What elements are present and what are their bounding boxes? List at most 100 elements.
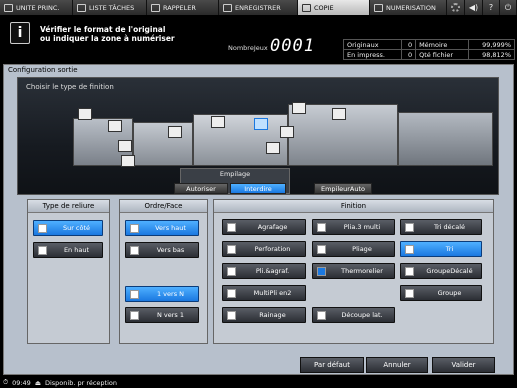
tray-icon[interactable]: [108, 120, 122, 132]
clock-icon: ⏱: [3, 378, 9, 386]
message-line1: Vérifier le format de l'original: [40, 25, 166, 34]
group-offset-button[interactable]: GroupeDécalé: [400, 263, 482, 279]
fold-button[interactable]: Pliage: [312, 241, 395, 257]
button-label: Rainage: [259, 311, 286, 319]
button-label: MultiPli en2: [253, 289, 292, 297]
button-label: Tri: [445, 245, 454, 253]
power-tab[interactable]: ⏻: [500, 0, 517, 15]
group-offset-icon: [405, 266, 414, 276]
group-icon: [405, 288, 414, 298]
cancel-button[interactable]: Annuler: [366, 357, 428, 373]
recall-icon: [151, 3, 160, 12]
copies-label: NombreJeux: [228, 44, 268, 52]
speaker-icon: ◀): [468, 3, 479, 12]
tray-icon[interactable]: [78, 108, 92, 120]
status-time: 09:49: [12, 378, 31, 387]
copy-icon: [302, 3, 311, 12]
finishing-prompt: Choisir le type de finition: [26, 83, 114, 91]
counter-label: Mémoire: [415, 39, 469, 50]
punch-button[interactable]: Perforation: [222, 241, 306, 257]
selected-tray-icon[interactable]: [254, 118, 268, 130]
staple-button[interactable]: Agrafage: [222, 219, 306, 235]
info-icon: i: [10, 22, 30, 44]
button-label: Vers bas: [156, 246, 185, 254]
settings-tab[interactable]: [447, 0, 465, 15]
panel-title: Configuration sortie: [8, 66, 78, 74]
side-trim-button[interactable]: Découpe lat.: [312, 307, 395, 323]
face-up-button[interactable]: Vers haut: [125, 220, 199, 236]
stacking-forbid-button[interactable]: Interdire: [230, 183, 286, 194]
tray-icon[interactable]: [280, 126, 294, 138]
button-label: GroupeDécalé: [426, 267, 473, 275]
tray-icon[interactable]: [292, 102, 306, 114]
tab-recall[interactable]: RAPPELER: [147, 0, 219, 15]
counters-table: Originaux 0 Mémoire 99,999% En impress. 0 Qté…: [343, 39, 516, 60]
fold-staple-button[interactable]: Pli.&agraf.: [222, 263, 306, 279]
tray-icon[interactable]: [168, 126, 182, 138]
multi-half-fold-button[interactable]: MultiPli en2: [222, 285, 306, 301]
button-label: Perforation: [254, 245, 291, 253]
status-message: Vérifier le format de l'original ou indi…: [40, 25, 175, 43]
top-binding-icon: [38, 245, 47, 255]
feeder-unit: [398, 112, 493, 166]
tab-save[interactable]: ENREGISTRER: [219, 0, 298, 15]
default-button[interactable]: Par défaut: [300, 357, 364, 373]
ascending-order-icon: [130, 289, 139, 299]
perfect-binder-button[interactable]: Thermorelier: [312, 263, 395, 279]
counter-label: Qté fichier: [415, 49, 469, 60]
perfect-binder-icon: [317, 266, 326, 276]
tray-icon[interactable]: [118, 140, 132, 152]
stacking-title: Empilage: [219, 170, 251, 178]
binding-top-button[interactable]: En haut: [33, 242, 103, 258]
button-label: Sur côté: [62, 224, 91, 232]
face-down-button[interactable]: Vers bas: [125, 242, 199, 258]
tab-label: NUMERISATION: [386, 3, 436, 12]
button-label: Pliage: [352, 245, 372, 253]
staple-icon: [227, 222, 236, 232]
binding-title: Type de reliure: [28, 200, 109, 213]
tab-label: COPIE: [314, 3, 334, 12]
button-label: Agrafage: [257, 223, 288, 231]
tab-scan[interactable]: NUMERISATION: [370, 0, 447, 15]
tab-home[interactable]: UNITE PRINC.: [0, 0, 73, 15]
stacking-allow-button[interactable]: Autoriser: [174, 183, 228, 194]
tab-copy[interactable]: COPIE: [298, 0, 370, 15]
offset-sort-button[interactable]: Tri décalé: [400, 219, 482, 235]
finishing-title: Finition: [214, 200, 493, 213]
ok-button[interactable]: Valider: [432, 357, 495, 373]
gear-icon: [451, 3, 460, 12]
order-n-to-1-button[interactable]: N vers 1: [125, 307, 199, 323]
side-binding-icon: [38, 223, 47, 233]
counter-value: 0: [400, 39, 417, 50]
side-trim-icon: [317, 310, 326, 320]
crease-button[interactable]: Rainage: [222, 307, 306, 323]
counter-value: 98,812%: [467, 49, 516, 60]
job-list-icon: [77, 3, 86, 12]
tab-label: UNITE PRINC.: [16, 3, 60, 12]
tab-job-list[interactable]: LISTE TÂCHES: [73, 0, 147, 15]
tri-fold-button[interactable]: Plia.3 multi: [312, 219, 395, 235]
machine-illustration: Choisir le type de finition Empilage Aut…: [17, 77, 499, 195]
tray-icon[interactable]: [211, 116, 225, 128]
tray-icon[interactable]: [332, 108, 346, 120]
group-button[interactable]: Groupe: [400, 285, 482, 301]
tray-icon[interactable]: [121, 155, 135, 167]
sort-button[interactable]: Tri: [400, 241, 482, 257]
scan-icon: [374, 3, 383, 12]
message-line2: ou indiquer la zone à numériser: [40, 34, 175, 43]
button-label: Pli.&agraf.: [255, 267, 290, 275]
counter-label: En impress.: [343, 49, 402, 60]
binding-side-button[interactable]: Sur côté: [33, 220, 103, 236]
stacker-auto-button[interactable]: EmpileurAuto: [314, 183, 372, 194]
counter-label: Originaux: [343, 39, 402, 50]
order-1-to-n-button[interactable]: 1 vers N: [125, 286, 199, 302]
tab-label: LISTE TÂCHES: [89, 3, 135, 12]
button-label: Vers haut: [155, 224, 186, 232]
button-label: Thermorelier: [341, 267, 383, 275]
volume-tab[interactable]: ◀): [465, 0, 483, 15]
tray-icon[interactable]: [266, 142, 280, 154]
help-tab[interactable]: ?: [483, 0, 500, 15]
home-icon: [4, 3, 13, 12]
tri-fold-icon: [317, 222, 326, 232]
tab-label: ENREGISTRER: [235, 3, 281, 12]
